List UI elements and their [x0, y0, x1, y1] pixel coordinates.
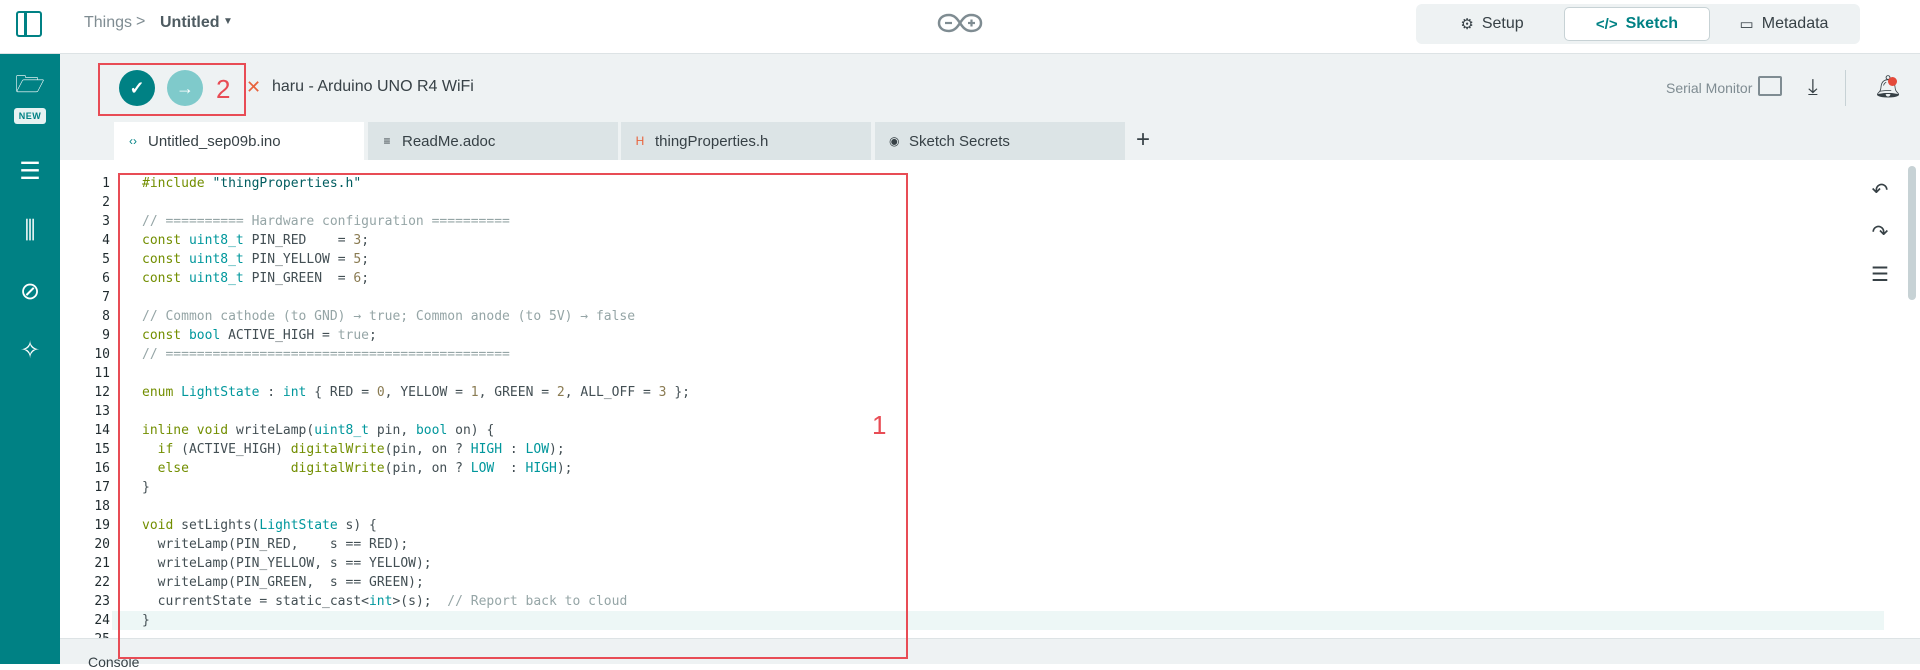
tab-metadata-label: Metadata — [1761, 15, 1829, 32]
tab-sketch[interactable]: </> Sketch — [1564, 7, 1710, 41]
chevron-down-icon[interactable]: ▼ — [223, 16, 233, 27]
line-number: 18 — [94, 499, 110, 514]
line-number: 10 — [94, 347, 110, 362]
add-tab-icon[interactable]: + — [1136, 126, 1150, 154]
line-number: 5 — [102, 252, 110, 267]
indent-icon[interactable]: ☰ — [1866, 262, 1894, 290]
file-tab-label: Sketch Secrets — [909, 132, 1010, 150]
file-tab-label: Untitled_sep09b.ino — [148, 132, 281, 150]
line-number: 6 — [102, 271, 110, 286]
serial-monitor-label[interactable]: Serial Monitor — [1666, 80, 1752, 96]
line-number: 19 — [94, 518, 110, 533]
arduino-logo-icon — [937, 13, 983, 33]
breadcrumb-things[interactable]: Things — [84, 14, 132, 32]
library-icon[interactable]: ⫼ — [13, 214, 47, 248]
line-number: 16 — [94, 461, 110, 476]
line-number: 9 — [102, 328, 110, 343]
breadcrumb-separator: > — [136, 13, 146, 30]
tab-metadata[interactable]: ▭ Metadata — [1712, 7, 1856, 41]
tab-sketch-label: Sketch — [1625, 15, 1679, 32]
editor-scrollbar[interactable] — [1908, 166, 1916, 300]
file-tab-main-ino[interactable]: ‹› Untitled_sep09b.ino — [114, 122, 364, 160]
file-tab-secrets[interactable]: ◉ Sketch Secrets — [875, 122, 1125, 160]
file-tab-label: ReadMe.adoc — [402, 132, 496, 150]
line-number: 3 — [102, 214, 110, 229]
ai-sparkle-icon[interactable]: ✧ — [13, 333, 47, 367]
line-number: 11 — [94, 366, 110, 381]
board-selector[interactable]: haru - Arduino UNO R4 WiFi — [272, 78, 474, 96]
mode-tab-group: ⚙ Setup </> Sketch ▭ Metadata — [1416, 4, 1860, 44]
line-number: 2 — [102, 195, 110, 210]
new-badge: NEW — [14, 108, 46, 124]
file-tab-thingproperties[interactable]: H thingProperties.h — [621, 122, 871, 160]
line-number: 20 — [94, 537, 110, 552]
line-number: 17 — [94, 480, 110, 495]
list-icon[interactable]: ☰ — [13, 154, 47, 188]
line-number: 15 — [94, 442, 110, 457]
line-number: 7 — [102, 290, 110, 305]
line-number: 23 — [94, 594, 110, 609]
line-number: 13 — [94, 404, 110, 419]
divider — [1845, 70, 1846, 106]
line-number-gutter: 1234567891011121314151617181920212223242… — [60, 174, 110, 649]
line-number: 12 — [94, 385, 110, 400]
line-number: 8 — [102, 309, 110, 324]
line-number: 4 — [102, 233, 110, 248]
header-file-icon: H — [635, 134, 645, 148]
code-icon: </> — [1595, 15, 1618, 33]
board-disconnected-icon: ✕ — [246, 77, 262, 97]
document-icon: ≡ — [383, 134, 391, 148]
tag-icon: ▭ — [1739, 16, 1754, 33]
tab-setup-label: Setup — [1481, 15, 1524, 32]
undo-icon[interactable]: ↶ — [1866, 178, 1894, 206]
sidebar-toggle-icon[interactable] — [16, 11, 42, 37]
line-number: 22 — [94, 575, 110, 590]
line-number: 24 — [94, 613, 110, 628]
folder-icon[interactable]: 🗁 — [13, 70, 47, 104]
code-file-icon: ‹› — [129, 134, 137, 148]
annotation-label-2: 2 — [216, 74, 231, 104]
file-tab-readme[interactable]: ≡ ReadMe.adoc — [368, 122, 618, 160]
line-number: 14 — [94, 423, 110, 438]
line-number: 21 — [94, 556, 110, 571]
compass-icon[interactable]: ⊘ — [13, 274, 47, 308]
notification-dot — [1888, 77, 1897, 86]
eye-icon: ◉ — [889, 134, 900, 148]
serial-monitor-icon[interactable] — [1758, 76, 1782, 96]
redo-icon[interactable]: ↷ — [1866, 220, 1894, 248]
tab-setup[interactable]: ⚙ Setup — [1420, 7, 1564, 41]
download-icon[interactable]: ⤓ — [1808, 74, 1818, 100]
annotation-box-code — [118, 173, 908, 659]
line-number: 1 — [102, 176, 110, 191]
breadcrumb-current[interactable]: Untitled — [160, 14, 220, 32]
gear-icon: ⚙ — [1460, 16, 1474, 33]
top-bar: Things > Untitled ▼ ⚙ Setup </> Sketch ▭… — [0, 0, 1920, 54]
file-tab-label: thingProperties.h — [655, 132, 769, 150]
annotation-label-1: 1 — [872, 410, 887, 440]
